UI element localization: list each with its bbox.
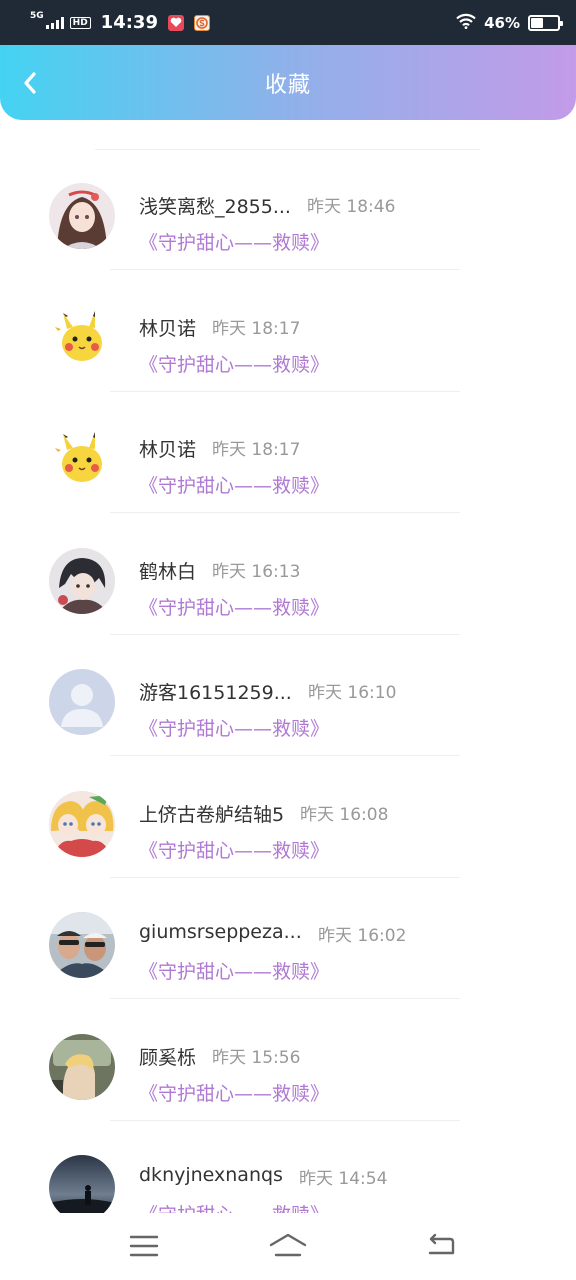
status-left: 5G HD 14:39 (30, 12, 210, 33)
system-nav-bar (0, 1213, 576, 1280)
avatar[interactable] (49, 547, 115, 614)
chevron-left-icon (24, 72, 36, 94)
user-name[interactable]: giumsrseppeza... (139, 921, 302, 943)
list-item[interactable]: 林贝诺 昨天 18:17 《守护甜心——救赎》 (0, 255, 576, 392)
back-nav-button[interactable] (420, 1229, 460, 1263)
user-name[interactable]: 顾奚栎 (139, 1043, 196, 1070)
book-title-link[interactable]: 《守护甜心——救赎》 (139, 957, 329, 984)
book-title-link[interactable]: 《守护甜心——救赎》 (139, 471, 329, 498)
user-name[interactable]: 上侪古卷舻结轴5 (139, 800, 284, 827)
list-item[interactable]: 浅笑离愁_2855... 昨天 18:46 《守护甜心——救赎》 (0, 133, 576, 270)
book-title-link[interactable]: 《守护甜心——救赎》 (139, 1200, 329, 1213)
avatar[interactable] (49, 912, 115, 978)
timestamp: 昨天 18:46 (307, 197, 396, 217)
timestamp: 昨天 16:10 (308, 683, 397, 703)
header-bar: 收藏 (0, 45, 576, 120)
avatar[interactable] (49, 790, 115, 857)
back-button[interactable] (14, 67, 46, 99)
user-name[interactable]: 浅笑离愁_2855... (139, 192, 291, 219)
favorites-list[interactable]: 浅笑离愁_2855... 昨天 18:46 《守护甜心——救赎》 林贝诺 昨天 18:1… (0, 133, 576, 1213)
timestamp: 昨天 18:17 (212, 440, 301, 460)
user-name[interactable]: 林贝诺 (139, 435, 196, 462)
list-item[interactable]: giumsrseppeza... 昨天 16:02 《守护甜心——救赎》 (0, 862, 576, 999)
avatar[interactable] (49, 1155, 115, 1213)
user-name[interactable]: dknyjnexnanqs (139, 1164, 283, 1186)
timestamp: 昨天 16:08 (300, 804, 389, 825)
home-icon (269, 1233, 307, 1257)
menu-button[interactable] (124, 1229, 164, 1263)
avatar[interactable] (49, 304, 115, 371)
signal-icon (45, 16, 64, 29)
avatar[interactable] (49, 426, 115, 492)
avatar[interactable] (49, 1033, 115, 1100)
timestamp: 昨天 16:13 (212, 561, 301, 582)
book-title-link[interactable]: 《守护甜心——救赎》 (139, 1079, 329, 1106)
list-item[interactable]: 鹤林白 昨天 16:13 《守护甜心——救赎》 (0, 498, 576, 635)
battery-icon (528, 14, 563, 31)
user-name[interactable]: 鹤林白 (139, 557, 196, 584)
status-right: 46% (456, 13, 563, 33)
home-button[interactable] (268, 1229, 308, 1263)
hd-icon: HD (69, 16, 91, 29)
list-item[interactable]: 林贝诺 昨天 18:17 《守护甜心——救赎》 (0, 376, 576, 513)
list-item[interactable]: 游客16151259... 昨天 16:10 《守护甜心——救赎》 (0, 619, 576, 756)
battery-fill (531, 17, 543, 28)
app-s-icon (193, 14, 210, 31)
menu-icon (129, 1235, 159, 1257)
list-item[interactable]: dknyjnexnanqs 昨天 14:54 《守护甜心——救赎》 (0, 1105, 576, 1213)
page-title: 收藏 (264, 72, 311, 98)
timestamp: 昨天 18:17 (212, 318, 301, 339)
user-name[interactable]: 林贝诺 (139, 314, 196, 341)
network-type: 5G (30, 11, 44, 21)
battery-percent: 46% (484, 13, 520, 32)
app-heart-icon (167, 14, 184, 31)
book-title-link[interactable]: 《守护甜心——救赎》 (139, 836, 329, 863)
status-bar: 5G HD 14:39 46% (0, 0, 576, 45)
avatar[interactable] (49, 669, 115, 735)
timestamp: 昨天 15:56 (212, 1047, 301, 1068)
timestamp: 昨天 16:02 (318, 926, 407, 946)
back-icon (428, 1233, 455, 1255)
user-name[interactable]: 游客16151259... (139, 678, 292, 705)
book-title-link[interactable]: 《守护甜心——救赎》 (139, 714, 329, 741)
book-title-link[interactable]: 《守护甜心——救赎》 (139, 228, 329, 255)
avatar[interactable] (49, 183, 115, 249)
status-time: 14:39 (100, 12, 158, 33)
list-item[interactable]: 顾奚栎 昨天 15:56 《守护甜心——救赎》 (0, 984, 576, 1121)
wifi-icon (456, 13, 476, 33)
book-title-link[interactable]: 《守护甜心——救赎》 (139, 593, 329, 620)
book-title-link[interactable]: 《守护甜心——救赎》 (139, 350, 329, 377)
timestamp: 昨天 14:54 (299, 1169, 388, 1189)
list-item[interactable]: 上侪古卷舻结轴5 昨天 16:08 《守护甜心——救赎》 (0, 741, 576, 878)
